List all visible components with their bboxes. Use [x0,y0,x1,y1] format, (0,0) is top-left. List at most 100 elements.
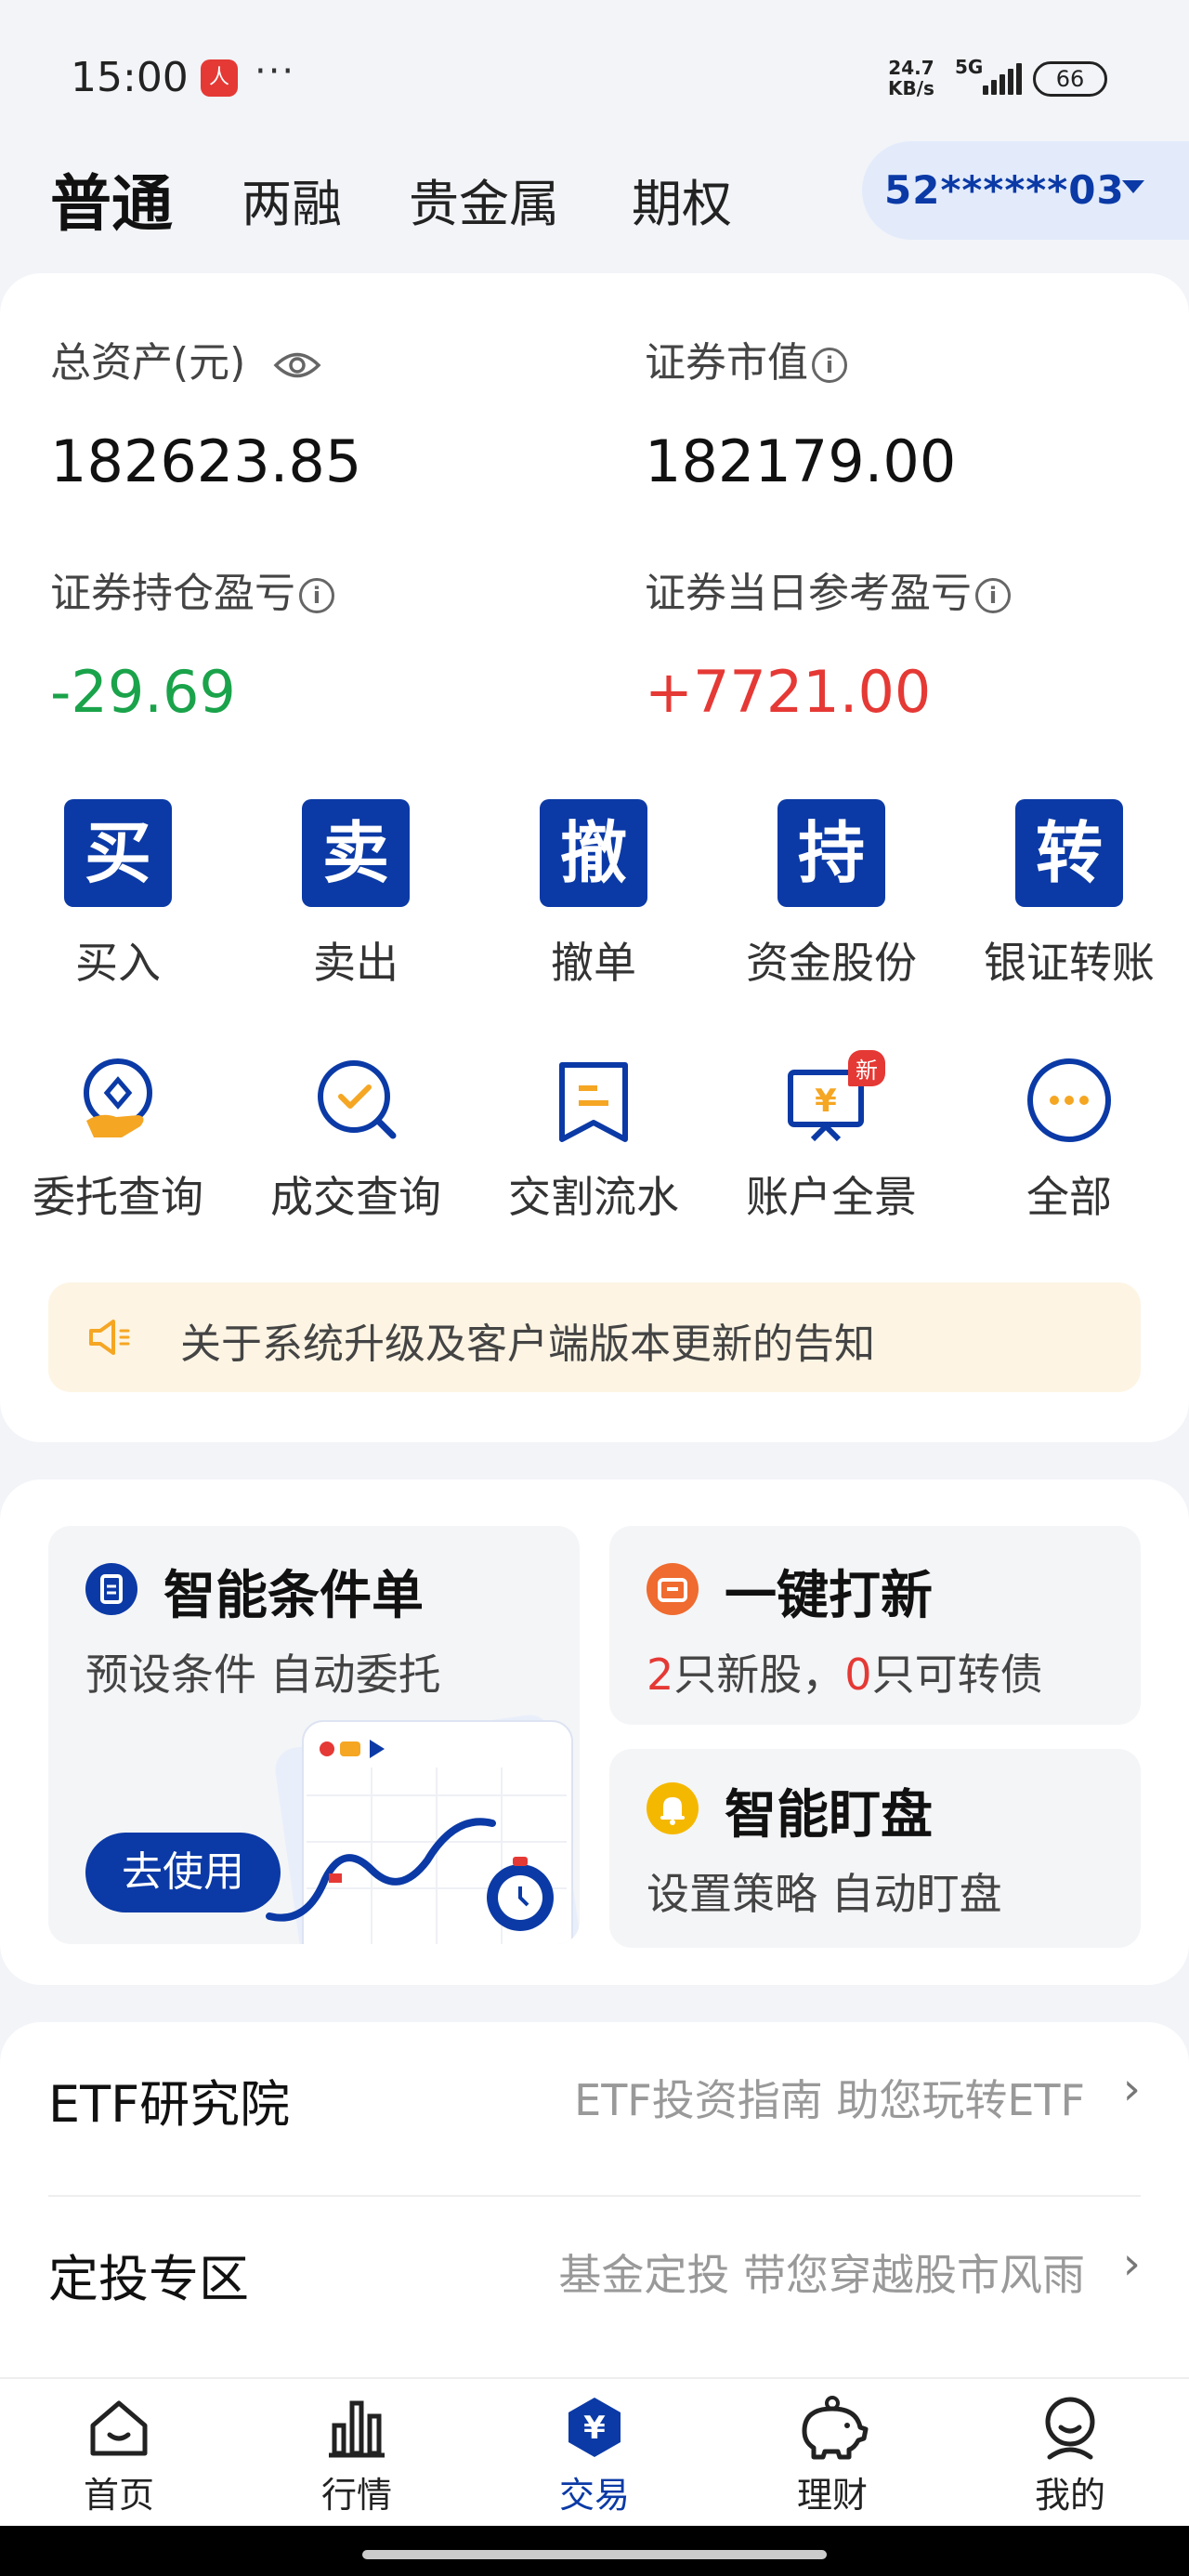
tab-margin[interactable]: 两融 [242,149,342,260]
etf-research-subtitle: ETF投资指南 助您玩转ETF [574,2075,1085,2125]
battery-icon: 66 [1033,61,1107,97]
sell-label: 卖出 [313,938,399,988]
ipo-stock-text: 只新股， [673,1649,845,1700]
bank-transfer-button[interactable]: 转 银证转账 [967,799,1171,991]
more-icon [1027,1058,1111,1142]
position-pl-value: -29.69 [50,658,236,726]
svg-text:¥: ¥ [815,1083,837,1120]
total-assets-label: 总资产(元) [50,339,246,387]
nav-wealth[interactable]: 理财 [739,2394,925,2517]
network-type: 5G [955,56,984,78]
ipo-bond-text: 只可转债 [871,1649,1043,1700]
bank-transfer-label: 银证转账 [984,938,1155,988]
smart-order-title: 智能条件单 [163,1566,424,1626]
nav-home-label: 首页 [83,2475,154,2516]
entrust-query-label: 委托查询 [33,1172,203,1222]
smart-order-icon [85,1563,137,1615]
position-pl-label-row: 证券持仓盈亏 i [50,559,334,619]
nav-market-label: 行情 [320,2475,392,2516]
use-smart-order-button[interactable]: 去使用 [85,1833,281,1912]
bell-icon [647,1782,699,1834]
bottom-nav: 首页 行情 ¥ 交易 理财 我的 [0,2377,1189,2526]
market-value: 182179.00 [645,427,957,495]
fixed-investment-row[interactable]: 定投专区 基金定投 带您穿越股市风雨 › [48,2197,1141,2336]
buy-icon: 买 [64,799,172,907]
status-time: 15:00 [71,54,189,101]
account-selector[interactable]: 52******03 [862,141,1189,240]
svg-text:¥: ¥ [583,2410,606,2447]
info-icon[interactable]: i [975,578,1011,613]
chevron-down-icon [1122,180,1144,193]
all-functions-label: 全部 [1026,1172,1112,1222]
market-value-label-row: 证券市值 i [645,329,847,388]
account-overview-button[interactable]: ¥ 新 账户全景 [729,1050,934,1225]
bank-transfer-icon: 转 [1015,799,1123,907]
settlement-flow-button[interactable]: 交割流水 [491,1056,696,1225]
smart-order-subtitle: 预设条件 自动委托 [85,1649,441,1700]
home-icon [90,2400,148,2456]
ipo-icon [647,1563,699,1615]
status-bar: 15:00 人 ··· 24.7 KB/s 5G 66 [0,0,1189,139]
settlement-flow-icon [559,1062,628,1142]
ipo-title: 一键打新 [725,1566,933,1626]
more-notifications-icon: ··· [255,50,296,93]
daily-pl-label-row: 证券当日参考盈亏 i [645,559,1011,619]
account-number: 52******03 [884,167,1125,213]
nav-market[interactable]: 行情 [264,2394,450,2517]
holdings-label: 资金股份 [746,938,917,988]
smart-watch-subtitle: 设置策略 自动盯盘 [647,1869,1002,1919]
eye-icon[interactable] [273,349,321,381]
entrust-query-button[interactable]: 委托查询 [16,1056,220,1225]
info-icon[interactable]: i [299,578,334,613]
nav-profile-label: 我的 [1034,2475,1105,2516]
holdings-icon: 持 [777,799,885,907]
smart-watch-title: 智能盯盘 [725,1785,933,1846]
daily-pl-value: +7721.00 [645,658,932,726]
cancel-order-icon: 撤 [540,799,647,907]
ipo-subtitle: 2只新股，0只可转债 [647,1641,1043,1702]
fixed-investment-subtitle: 基金定投 带您穿越股市风雨 [558,2250,1085,2300]
account-overview-label: 账户全景 [746,1172,917,1222]
nav-home[interactable]: 首页 [26,2394,212,2517]
tab-normal[interactable]: 普通 [50,149,173,260]
profile-icon [1045,2397,1095,2460]
total-assets-value: 182623.85 [50,427,362,495]
cancel-order-button[interactable]: 撤 撤单 [491,799,696,991]
new-badge: 新 [848,1050,885,1086]
daily-pl-label: 证券当日参考盈亏 [645,570,972,617]
ipo-card[interactable]: 一键打新 2只新股，0只可转债 [609,1526,1141,1725]
cancel-order-label: 撤单 [551,938,636,988]
speaker-icon [89,1320,130,1355]
smart-watch-card[interactable]: 智能盯盘 设置策略 自动盯盘 [609,1749,1141,1948]
network-speed-value: 24.7 [888,57,934,79]
smart-order-card[interactable]: 智能条件单 预设条件 自动委托 去使用 [48,1526,580,1944]
assets-card: 总资产(元) 182623.85 证券市值 i 182179.00 证券持仓盈亏 i… [0,273,1189,1442]
links-card: ETF研究院 ETF投资指南 助您玩转ETF › 定投专区 基金定投 带您穿越股… [0,2022,1189,2412]
nav-wealth-label: 理财 [796,2475,868,2516]
nav-profile[interactable]: 我的 [977,2394,1163,2517]
network-speed: 24.7 KB/s [888,58,934,99]
etf-research-title: ETF研究院 [48,2075,291,2134]
holdings-button[interactable]: 持 资金股份 [729,799,934,991]
entrust-query-icon [84,1058,152,1137]
smart-order-illustration [266,1715,580,1944]
etf-research-row[interactable]: ETF研究院 ETF投资指南 助您玩转ETF › [48,2022,1141,2162]
nav-trade[interactable]: ¥ 交易 [502,2394,687,2517]
buy-button[interactable]: 买 买入 [16,799,220,991]
deal-query-button[interactable]: 成交查询 [254,1056,458,1225]
ipo-bond-count: 0 [844,1649,872,1700]
tab-precious-metals[interactable]: 贵金属 [409,149,559,260]
sell-button[interactable]: 卖 卖出 [254,799,458,991]
deal-query-label: 成交查询 [270,1172,441,1222]
notice-text: 关于系统升级及客户端版本更新的告知 [180,1321,875,1368]
all-functions-button[interactable]: 全部 [967,1056,1171,1225]
notice-banner[interactable]: 关于系统升级及客户端版本更新的告知 [48,1282,1141,1392]
home-indicator[interactable] [362,2550,827,2559]
signal-icon [983,61,1024,95]
market-icon [329,2400,385,2458]
features-card: 智能条件单 预设条件 自动委托 去使用 一键打新 2只新股，0只可转债 智能盯盘… [0,1479,1189,1985]
tab-options[interactable]: 期权 [632,149,732,260]
chevron-right-icon: › [1122,2063,1141,2115]
info-icon[interactable]: i [812,348,847,383]
total-assets-label-row: 总资产(元) [50,329,321,388]
